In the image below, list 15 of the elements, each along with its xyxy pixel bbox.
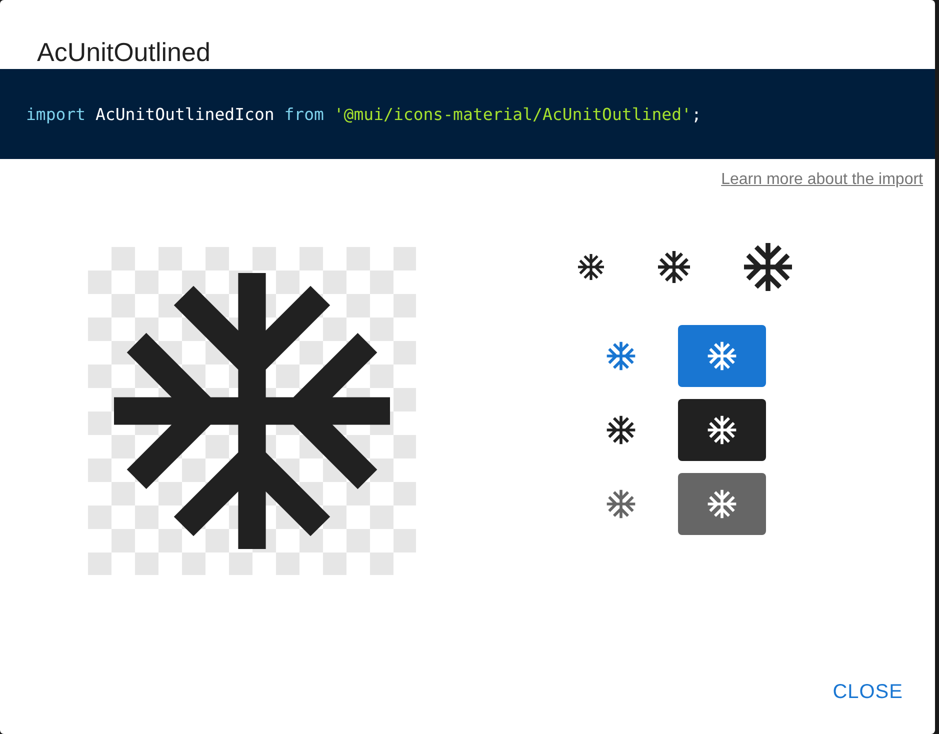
code-token: import: [26, 104, 86, 124]
snowflake-icon: [705, 339, 739, 373]
dialog-title: AcUnitOutlined: [36, 36, 212, 69]
code-token: '@mui/icons-material/AcUnitOutlined': [334, 104, 692, 124]
snowflake-icon: [705, 487, 739, 521]
learn-more-link[interactable]: Learn more about the import: [721, 171, 923, 189]
code-token: AcUnitOutlinedIcon: [96, 104, 274, 124]
snowflake-icon: [744, 243, 792, 291]
code-token: ;: [691, 104, 702, 124]
snowflake-icon: [705, 413, 739, 447]
snowflake-icon: [658, 251, 690, 283]
code-token: from: [284, 104, 324, 124]
snowflake-icon: [114, 273, 390, 549]
snowflake-icon: [578, 254, 604, 280]
close-button[interactable]: CLOSE: [824, 675, 911, 710]
